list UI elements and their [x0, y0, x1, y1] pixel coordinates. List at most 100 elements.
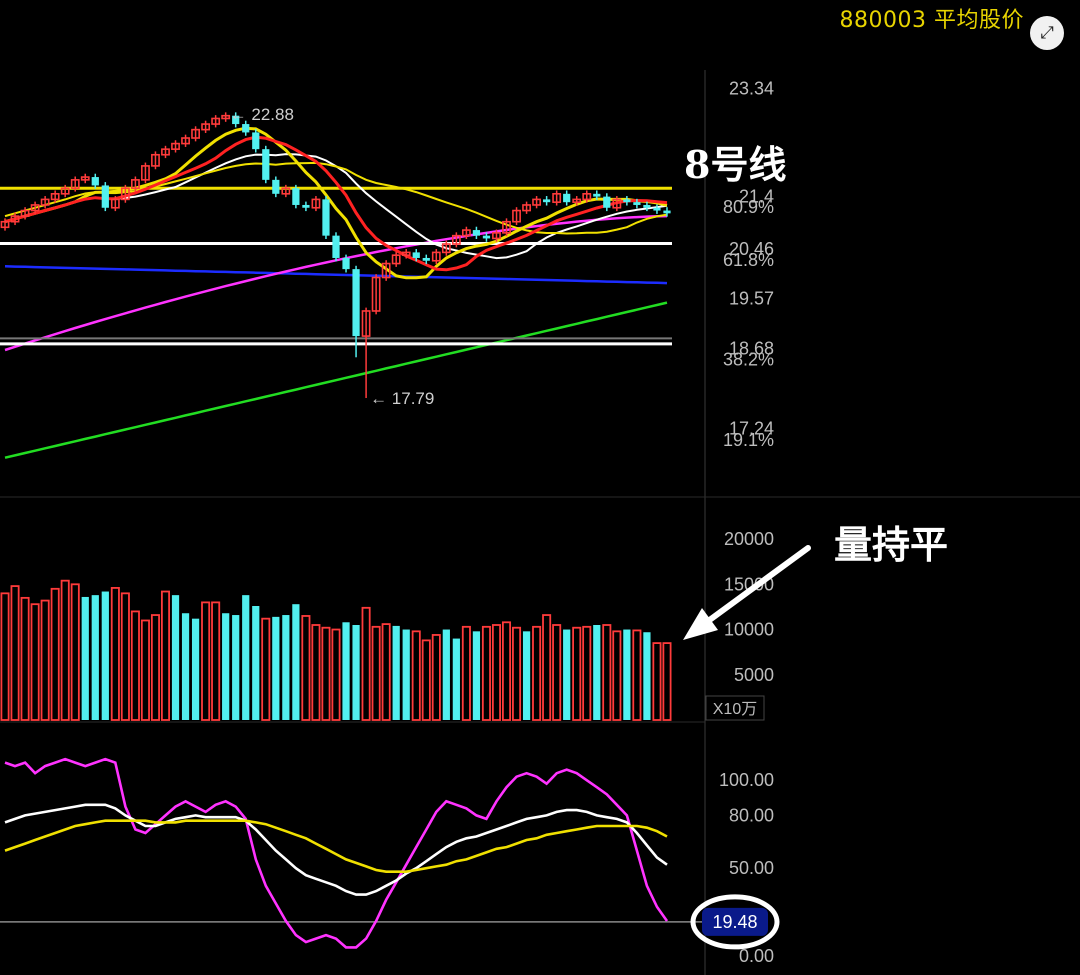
volume-panel: 2000015000100005000X10万 — [0, 529, 774, 721]
candle — [242, 124, 250, 133]
volume-bar — [261, 617, 271, 721]
volume-bar — [160, 590, 171, 721]
percent-tick-label: 38.2% — [723, 350, 774, 370]
volume-bar — [411, 630, 421, 721]
candle — [252, 132, 260, 150]
candle — [412, 252, 420, 258]
volume-bar — [30, 603, 40, 721]
candle — [543, 199, 551, 203]
volume-bar — [140, 619, 150, 721]
price-tick-label: 23.34 — [729, 78, 774, 98]
volume-bar — [481, 625, 491, 721]
volume-bar — [20, 596, 30, 721]
oscillator-tick-label: 80.00 — [729, 805, 774, 825]
volume-tick-label: 5000 — [734, 665, 774, 685]
arrow-icon — [697, 545, 811, 630]
volume-bar — [40, 599, 50, 721]
candle — [663, 210, 671, 214]
volume-bar — [532, 625, 542, 721]
candle — [322, 199, 330, 236]
candle — [472, 230, 481, 236]
volume-bar — [542, 614, 552, 721]
volume-bar — [81, 596, 89, 720]
volume-bar — [643, 632, 651, 720]
candle — [422, 257, 430, 261]
volume-bar — [150, 614, 160, 721]
volume-bar — [632, 629, 642, 721]
volume-bar — [110, 587, 120, 721]
oscillator-tick-label: 0.00 — [739, 946, 774, 966]
volume-bar — [171, 595, 180, 720]
price-annotation: ← 22.88 — [230, 105, 294, 124]
volume-bar — [602, 624, 612, 721]
volume-bar — [191, 618, 200, 720]
volume-bar — [522, 631, 531, 720]
volume-bar — [201, 601, 211, 721]
volume-bar — [402, 629, 410, 720]
price-panel: ← 22.88← 17.7923.3421.420.4619.5718.6817… — [0, 78, 774, 459]
volume-bar — [50, 587, 60, 721]
volume-bar — [342, 622, 350, 720]
percent-tick-label: 19.1% — [723, 430, 774, 450]
volume-bar — [381, 623, 391, 721]
volume-bar — [431, 634, 441, 721]
volume-bar — [572, 626, 582, 721]
volume-unit-label: X10万 — [713, 701, 757, 718]
volume-bar — [211, 601, 221, 721]
volume-bar — [120, 592, 130, 721]
volume-bar — [0, 592, 10, 721]
volume-bar — [321, 626, 331, 721]
volume-bar — [512, 626, 522, 721]
volume-bar — [252, 606, 260, 720]
volume-bar — [461, 625, 471, 721]
candle — [332, 235, 340, 258]
oscillator-line — [4, 819, 668, 873]
volume-bar — [623, 629, 631, 720]
stock-chart: ← 22.88← 17.7923.3421.420.4619.5718.6817… — [0, 70, 1080, 975]
candle — [262, 149, 270, 180]
volume-bar — [70, 583, 80, 721]
candle — [623, 199, 631, 203]
volume-bar — [242, 595, 250, 720]
candle — [633, 202, 641, 205]
volume-bar — [392, 625, 400, 720]
volume-bar — [371, 625, 381, 721]
volume-bar — [292, 604, 300, 720]
candle — [643, 204, 651, 208]
volume-note: 量持平 — [834, 522, 949, 567]
candle — [482, 235, 491, 239]
volume-bar — [352, 625, 360, 720]
percent-tick-label: 61.8% — [723, 250, 774, 270]
volume-bar — [452, 638, 460, 720]
oscillator-tick-label: 50.00 — [729, 858, 774, 878]
volume-bar — [491, 624, 501, 721]
ma-blue-line — [4, 265, 668, 285]
volume-bar — [552, 624, 562, 721]
price-tick-label: 19.57 — [729, 289, 774, 309]
volume-bar — [612, 630, 622, 721]
volume-bar — [60, 579, 70, 721]
volume-bar — [222, 613, 230, 720]
candle — [603, 196, 611, 208]
candle — [101, 185, 109, 208]
volume-bar — [593, 625, 601, 720]
volume-bar — [301, 615, 311, 721]
volume-bar — [582, 625, 592, 721]
expand-icon[interactable]: ⤢ — [1030, 16, 1064, 50]
volume-bar — [232, 615, 240, 720]
ma-green-line — [4, 301, 668, 459]
candle — [563, 193, 571, 203]
candle — [91, 177, 99, 186]
volume-bar — [130, 610, 140, 721]
volume-bar — [421, 639, 431, 721]
volume-bar — [472, 631, 481, 720]
volume-bar — [10, 585, 20, 721]
volume-bar — [361, 606, 371, 721]
candle — [352, 269, 360, 337]
volume-bar — [563, 629, 571, 720]
oscillator-tick-label: 100.00 — [719, 770, 774, 790]
line-note: 8号线 — [684, 142, 787, 187]
volume-bar — [91, 595, 99, 720]
security-title: 880003 平均股价 — [839, 8, 1024, 33]
volume-bar — [662, 642, 672, 721]
